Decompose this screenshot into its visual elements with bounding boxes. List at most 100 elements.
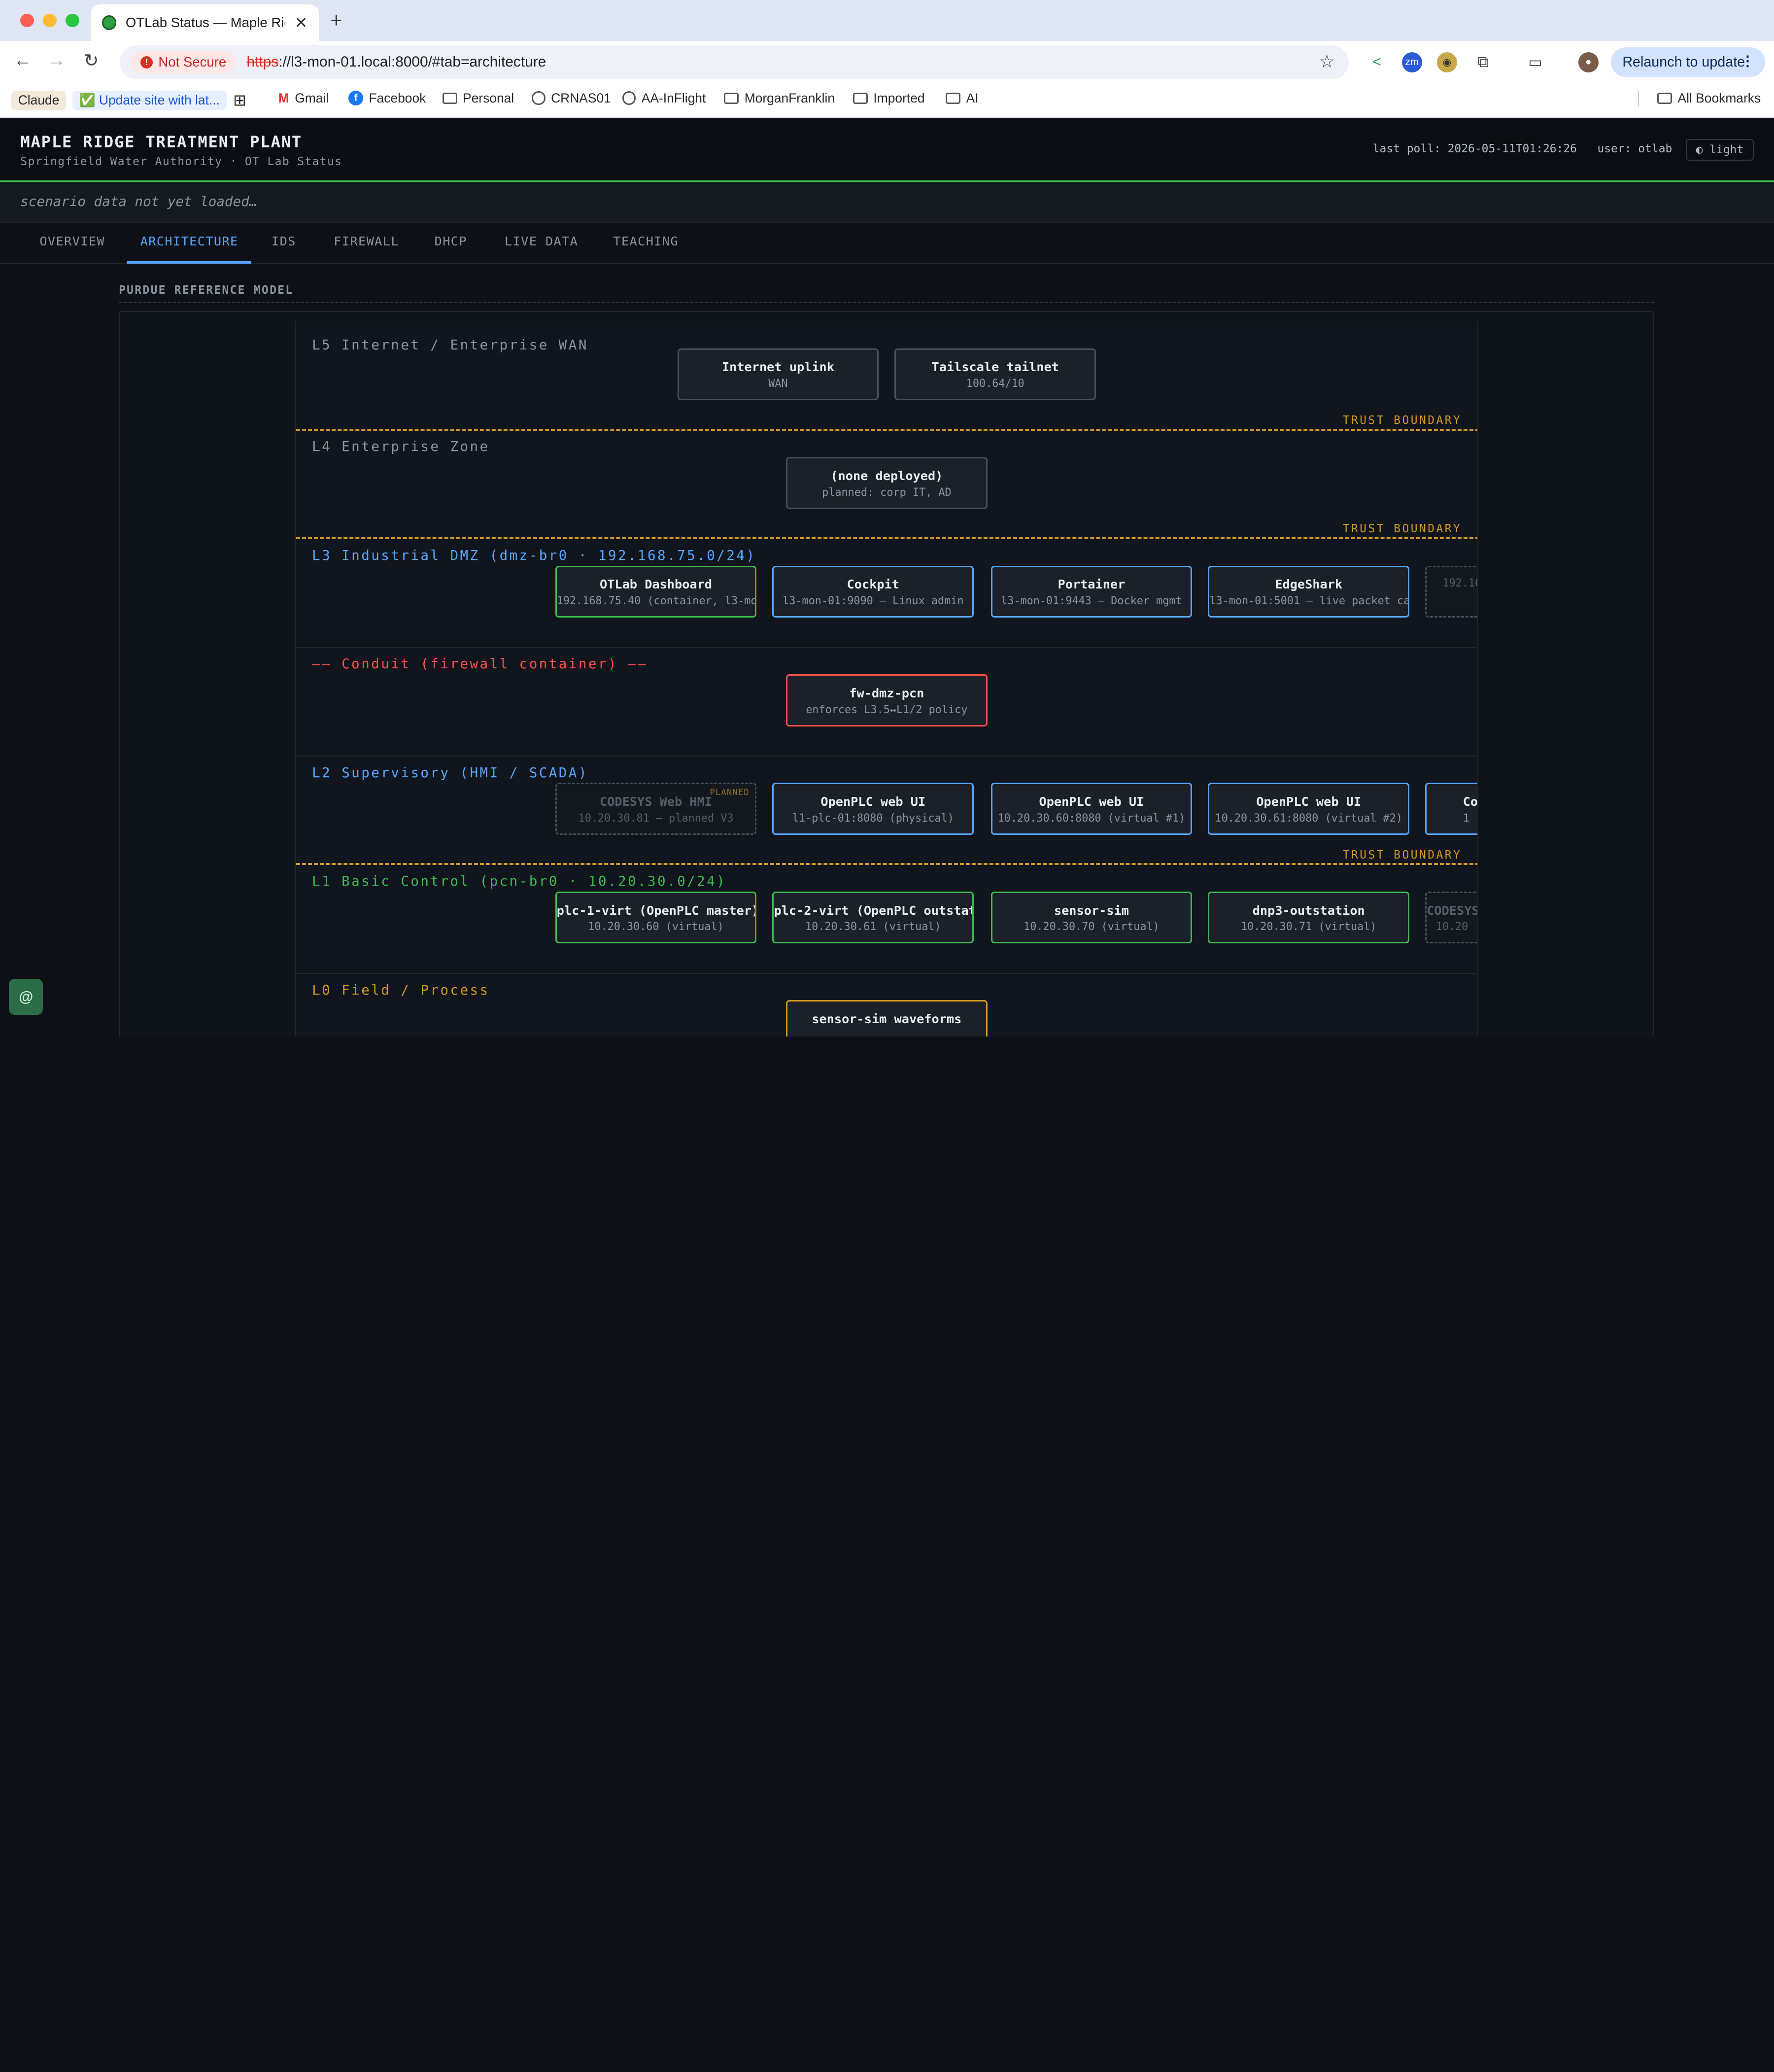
gmail-icon: M [278,90,289,105]
not-secure-label: Not Secure [158,54,227,70]
tab-live-data[interactable]: LIVE DATA [505,234,578,248]
tab-firewall[interactable]: FIREWALL [334,234,399,248]
close-tab-icon[interactable]: ✕ [295,13,308,32]
section-title: PURDUE REFERENCE MODEL [119,284,294,297]
bookmark-star-icon[interactable]: ☆ [1319,51,1335,72]
zoom-extension-icon[interactable]: zm [1401,52,1422,72]
bookmark-folder-ai[interactable]: AI [946,91,979,106]
page-subtitle: Springfield Water Authority · OT Lab Sta… [20,155,342,168]
minimize-window-button[interactable] [43,13,57,28]
node-plc-1-virt[interactable]: plc-1-virt (OpenPLC master) 10.20.30.60 … [555,891,757,944]
current-user: user: otlab [1597,142,1672,156]
node-dnp3-outstation[interactable]: dnp3-outstation 10.20.30.71 (virtual) [1208,891,1410,944]
level-l1-label: L1 Basic Control (pcn-br0 · 10.20.30.0/2… [312,873,727,890]
warning-icon: ! [140,56,153,69]
bookmark-aa-inflight[interactable]: AA-InFlight [622,91,706,106]
bookmark-claude[interactable]: Claude [11,90,67,110]
app-header: MAPLE RIDGE TREATMENT PLANT Springfield … [0,119,1774,182]
url-text: https://l3-mon-01.local:8000/#tab=archit… [246,54,546,70]
bookmarks-bar: Claude ✅ Update site with lat... ⊞ M Gmai… [0,83,1774,118]
level-l5-label: L5 Internet / Enterprise WAN [312,337,588,353]
node-tailscale[interactable]: Tailscale tailnet 100.64/10 [894,348,1096,401]
tab-architecture[interactable]: ARCHITECTURE [140,234,239,248]
reload-icon[interactable]: ↻ [84,50,99,71]
tab-ids[interactable]: IDS [272,234,296,248]
facebook-icon: f [348,91,363,106]
new-tab-icon[interactable]: + [330,9,342,32]
globe-icon [622,91,636,105]
node-openplc-web-physical[interactable]: OpenPLC web UI l1-plc-01:8080 (physical) [772,783,974,835]
globe-icon [532,91,546,105]
section-divider [119,302,1654,303]
apps-grid-icon[interactable]: ⊞ [233,91,246,109]
bookmark-gmail[interactable]: M Gmail [278,91,329,106]
node-internet-uplink[interactable]: Internet uplink WAN [677,348,879,401]
node-openplc-web-virtual-1[interactable]: OpenPLC web UI 10.20.30.60:8080 (virtual… [990,783,1193,835]
node-l2-truncated[interactable]: Co 1 [1425,783,1478,835]
level-divider [296,647,1478,648]
folder-icon [1657,92,1672,104]
last-poll: last poll: 2026-05-11T01:26:26 [1372,142,1577,156]
node-plc-2-virt[interactable]: plc-2-virt (OpenPLC outstation) 10.20.30… [772,891,974,944]
folder-icon [853,92,868,104]
folder-icon [724,92,739,104]
trust-boundary-label: TRUST BOUNDARY [1342,414,1462,427]
node-fw-dmz-pcn[interactable]: fw-dmz-pcn enforces L3.5↔L1/2 policy [786,674,988,726]
back-icon[interactable]: ← [14,50,32,70]
not-secure-badge[interactable]: ! Not Secure [131,51,236,74]
node-codesys-web-hmi[interactable]: PLANNED CODESYS Web HMI 10.20.30.81 — pl… [555,783,757,835]
bookmark-folder-personal[interactable]: Personal [442,91,514,106]
maximize-window-button[interactable] [66,13,79,28]
node-l1-truncated[interactable]: CODESYS 10.20 [1425,891,1478,944]
more-menu-icon[interactable]: ⋮ [1740,52,1755,69]
level-divider [296,756,1478,757]
screen: OTLab Status — Maple Ridge Treatment Pla… [0,0,1774,1037]
level-l2-label: L2 Supervisory (HMI / SCADA) [312,764,588,781]
planned-badge: PLANNED [710,788,750,798]
node-edgeshark[interactable]: EdgeShark l3-mon-01:5001 — live packet c… [1208,565,1410,618]
share-icon[interactable]: < [1366,52,1387,72]
bookmark-update-site[interactable]: ✅ Update site with lat... [72,90,227,110]
trust-boundary-line [296,863,1478,865]
level-l4-label: L4 Enterprise Zone [312,439,490,455]
bookmark-folder-morganfranklin[interactable]: MorganFranklin [724,91,835,106]
node-none-deployed[interactable]: (none deployed) planned: corp IT, AD [786,457,988,509]
folder-icon [946,92,961,104]
theme-toggle-button[interactable]: ◐ light [1686,139,1754,161]
bookmark-folder-imported[interactable]: Imported [853,91,925,106]
tab-dhcp[interactable]: DHCP [435,234,467,248]
node-sensor-sim-waveforms[interactable]: sensor-sim waveforms [786,1000,988,1037]
page-title: MAPLE RIDGE TREATMENT PLANT [20,132,303,151]
folder-icon [442,92,457,104]
relaunch-button[interactable]: Relaunch to update ⋮ [1611,47,1765,77]
profile-avatar[interactable]: ● [1578,52,1599,72]
node-otlab-dashboard[interactable]: OTLab Dashboard 192.168.75.40 (container… [555,565,757,618]
tab-overview[interactable]: OVERVIEW [39,234,105,248]
level-l3-label: L3 Industrial DMZ (dmz-br0 · 192.168.75.… [312,547,756,563]
address-bar[interactable]: ! Not Secure https://l3-mon-01.local:800… [120,45,1349,79]
purdue-levels: L5 Internet / Enterprise WAN Internet up… [295,321,1479,1037]
main-tabs: OVERVIEW ARCHITECTURE IDS FIREWALL DHCP … [0,223,1774,264]
tab-teaching[interactable]: TEACHING [613,234,679,248]
trust-boundary-line [296,537,1478,539]
conduit-label: —— Conduit (firewall container) —— [312,656,648,672]
node-sensor-sim[interactable]: sensor-sim 10.20.30.70 (virtual) [990,891,1193,944]
assistant-fab-button[interactable]: @ [9,978,43,1015]
purdue-diagram: L5 Internet / Enterprise WAN Internet up… [119,311,1654,1037]
node-l3-truncated[interactable]: 192.16 [1425,565,1478,618]
trust-boundary-label: TRUST BOUNDARY [1342,848,1462,862]
all-bookmarks[interactable]: All Bookmarks [1638,90,1761,106]
node-portainer[interactable]: Portainer l3-mon-01:9443 — Docker mgmt [990,565,1193,618]
close-window-button[interactable] [20,13,34,28]
extension-icon[interactable]: ◉ [1436,52,1458,72]
relaunch-label: Relaunch to update [1622,54,1745,70]
forward-icon[interactable]: → [47,50,66,70]
browser-tab[interactable]: OTLab Status — Maple Ridge Treatment Pla… [90,4,319,41]
node-openplc-web-virtual-2[interactable]: OpenPLC web UI 10.20.30.61:8080 (virtual… [1208,783,1410,835]
puzzle-icon[interactable]: ⧉ [1473,52,1493,72]
bookmark-facebook[interactable]: f Facebook [348,91,426,106]
header-status: last poll: 2026-05-11T01:26:26 user: otl… [1373,142,1672,155]
tab-search-icon[interactable]: ▭ [1525,52,1545,72]
bookmark-crnas01[interactable]: CRNAS01 [532,91,611,106]
node-cockpit[interactable]: Cockpit l3-mon-01:9090 — Linux admin [772,565,974,618]
